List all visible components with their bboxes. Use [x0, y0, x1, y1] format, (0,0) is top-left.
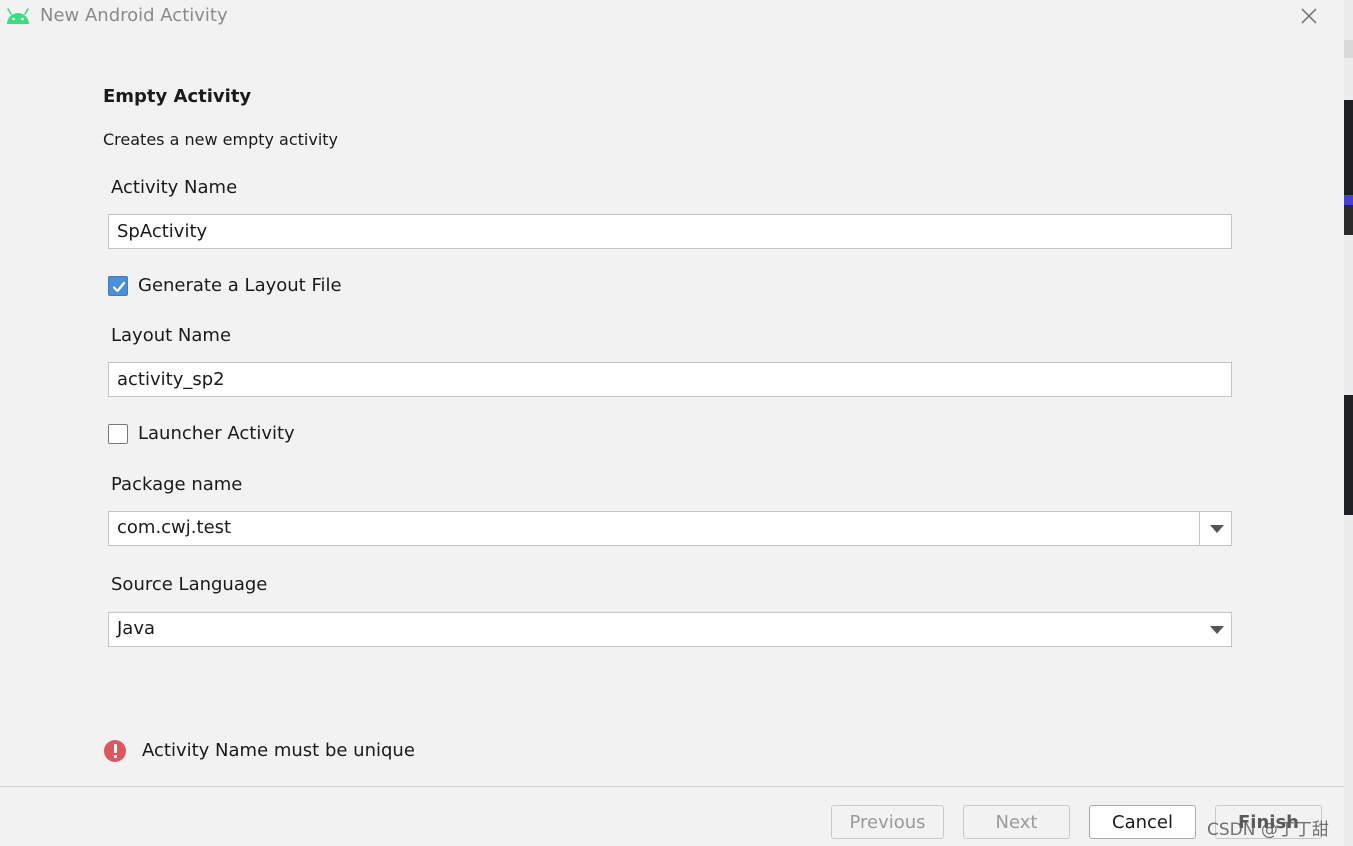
next-button[interactable]: Next [963, 805, 1070, 839]
template-heading: Empty Activity [103, 86, 252, 107]
launcher-activity-label[interactable]: Launcher Activity [138, 423, 295, 444]
package-name-combobox[interactable]: com.cwj.test [108, 511, 1232, 546]
window-title: New Android Activity [40, 5, 228, 26]
title-bar: New Android Activity [0, 0, 1344, 34]
validation-message: Activity Name must be unique [142, 740, 415, 761]
activity-name-field[interactable] [108, 214, 1232, 249]
layout-name-label: Layout Name [111, 325, 232, 346]
launcher-activity-checkbox[interactable] [108, 424, 128, 444]
android-icon [7, 8, 29, 24]
chevron-down-icon[interactable] [1210, 525, 1224, 533]
previous-button[interactable]: Previous [831, 805, 944, 839]
generate-layout-label[interactable]: Generate a Layout File [138, 275, 342, 296]
chevron-down-icon[interactable] [1210, 626, 1224, 634]
dropdown-separator [1199, 512, 1200, 545]
footer-divider [0, 786, 1344, 787]
package-name-label: Package name [111, 474, 243, 495]
strip-block [1344, 395, 1353, 515]
layout-name-input[interactable] [109, 363, 1217, 396]
error-icon [104, 740, 126, 762]
source-language-select[interactable]: Java [108, 612, 1232, 647]
layout-name-field[interactable] [108, 362, 1232, 397]
new-android-activity-dialog: New Android Activity Empty Activity Crea… [0, 0, 1344, 846]
package-name-value[interactable]: com.cwj.test [117, 517, 231, 538]
activity-name-input[interactable] [109, 215, 1217, 248]
strip-block [1344, 40, 1353, 58]
generate-layout-checkbox[interactable] [108, 276, 128, 296]
strip-block [1344, 195, 1353, 205]
strip-block [1344, 100, 1353, 195]
watermark: CSDN @丁丁甜 [1207, 820, 1329, 840]
source-language-value[interactable]: Java [117, 618, 155, 639]
source-language-label: Source Language [111, 574, 268, 595]
checkmark-icon [112, 281, 126, 293]
close-icon[interactable] [1296, 5, 1322, 29]
template-description: Creates a new empty activity [103, 130, 339, 149]
background-window-strip [1344, 0, 1353, 846]
activity-name-label: Activity Name [111, 177, 238, 198]
strip-block [1344, 205, 1353, 235]
cancel-button[interactable]: Cancel [1089, 805, 1196, 839]
